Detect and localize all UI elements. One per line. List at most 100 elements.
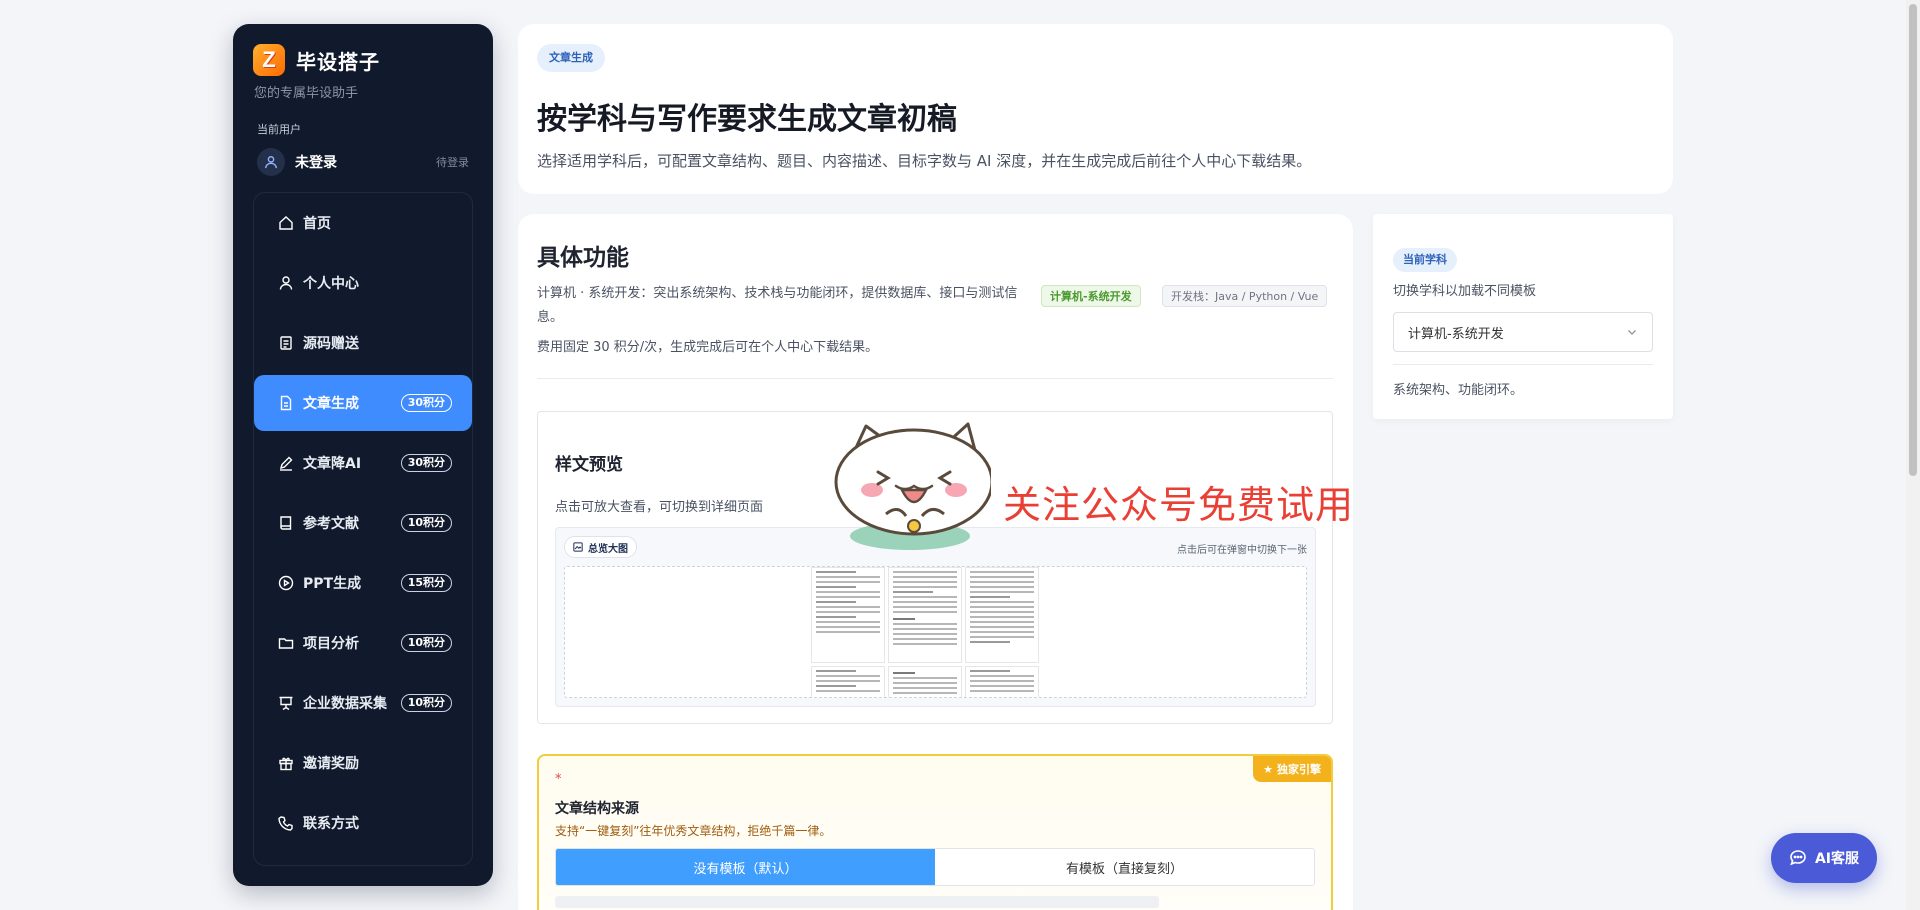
structure-title: 文章结构来源	[555, 801, 639, 817]
preview-title: 样文预览	[555, 455, 623, 475]
current-user-label: 当前用户	[257, 123, 301, 136]
image-icon	[573, 542, 583, 552]
brand-logo: Z	[253, 44, 285, 76]
points-badge: 10积分	[400, 514, 452, 532]
thumbnail-grid[interactable]	[564, 566, 1307, 698]
sidebar-item-references[interactable]: 参考文献 10积分	[254, 495, 472, 551]
feature-title: 具体功能	[537, 245, 629, 271]
gift-icon	[278, 755, 294, 771]
ai-service-label: AI客服	[1814, 851, 1860, 867]
brand-subtitle: 您的专属毕设助手	[254, 86, 359, 101]
page-title: 按学科与写作要求生成文章初稿	[537, 102, 957, 137]
subject-select[interactable]: 计算机-系统开发	[1393, 312, 1653, 352]
avatar	[257, 148, 285, 176]
subject-pill: 当前学科	[1393, 248, 1457, 272]
page-scrollbar[interactable]	[1906, 0, 1920, 910]
sidebar-item-project-analysis[interactable]: 项目分析 10积分	[254, 615, 472, 671]
structure-toggle: 没有模板（默认） 有模板（直接复刻）	[555, 848, 1315, 886]
sidebar-item-label: 个人中心	[303, 276, 359, 292]
structure-subtitle: 支持“一键复刻”往年优秀文章结构，拒绝千篇一律。	[555, 824, 832, 838]
user-row[interactable]: 未登录 待登录	[257, 148, 469, 176]
sidebar-item-enterprise-data[interactable]: 企业数据采集 10积分	[254, 675, 472, 731]
thumbnail-page[interactable]	[888, 567, 962, 663]
feature-card: 具体功能 计算机 · 系统开发：突出系统架构、技术栈与功能闭环，提供数据库、接口…	[518, 214, 1353, 910]
ribbon-label: 独家引擎	[1277, 763, 1321, 776]
subject-note: 系统架构、功能闭环。	[1393, 383, 1524, 398]
exclusive-engine-ribbon: ★ 独家引擎	[1253, 756, 1331, 782]
sidebar-item-article-generate[interactable]: 文章生成 30积分	[254, 375, 472, 431]
overview-button[interactable]: 总览大图	[564, 536, 637, 558]
sidebar-item-ppt[interactable]: PPT生成 15积分	[254, 555, 472, 611]
ai-service-button[interactable]: AI客服	[1771, 833, 1877, 883]
sidebar: Z 毕设搭子 您的专属毕设助手 当前用户 未登录 待登录 首页 个人中心 源码赠…	[233, 24, 493, 886]
sidebar-item-invite[interactable]: 邀请奖励	[254, 735, 472, 791]
sidebar-item-label: 参考文献	[303, 516, 359, 532]
sidebar-item-label: 文章生成	[303, 396, 359, 412]
subject-tip: 切换学科以加载不同模板	[1393, 284, 1537, 299]
sidebar-item-label: 首页	[303, 216, 331, 232]
brand-name: 毕设搭子	[296, 49, 380, 74]
section-pill: 文章生成	[537, 44, 605, 72]
feature-description: 计算机 · 系统开发：突出系统架构、技术栈与功能闭环，提供数据库、接口与测试信息…	[537, 286, 1018, 325]
code-doc-icon	[278, 335, 294, 351]
sidebar-item-label: 文章降AI	[303, 456, 362, 472]
chat-icon	[1790, 850, 1806, 866]
stack-tag: 开发栈：Java / Python / Vue	[1162, 285, 1328, 307]
folder-icon	[278, 635, 294, 651]
sidebar-item-label: PPT生成	[303, 576, 362, 592]
play-icon	[278, 575, 294, 591]
home-icon	[278, 215, 294, 231]
points-badge: 10积分	[400, 634, 452, 652]
required-mark: *	[555, 772, 562, 787]
header-card: 文章生成 按学科与写作要求生成文章初稿 选择适用学科后，可配置文章结构、题目、内…	[518, 24, 1673, 194]
user-icon	[278, 275, 294, 291]
chevron-down-icon	[1628, 330, 1636, 335]
points-badge: 30积分	[400, 394, 452, 412]
sidebar-item-home[interactable]: 首页	[254, 195, 472, 251]
phone-icon	[278, 815, 294, 831]
option-no-template[interactable]: 没有模板（默认）	[556, 849, 935, 885]
points-badge: 10积分	[400, 694, 452, 712]
sidebar-nav: 首页 个人中心 源码赠送 文章生成 30积分 文章降AI 30积分 参考文献 1…	[253, 192, 473, 866]
thumbnail-page[interactable]	[811, 567, 885, 663]
star-icon: ★	[1263, 762, 1273, 776]
user-name: 未登录	[295, 155, 337, 171]
pen-icon	[278, 455, 294, 471]
structure-placeholder-bar	[555, 896, 1159, 908]
overview-button-label: 总览大图	[588, 543, 628, 555]
sidebar-item-profile[interactable]: 个人中心	[254, 255, 472, 311]
points-badge: 30积分	[400, 454, 452, 472]
subject-tag: 计算机-系统开发	[1041, 285, 1141, 307]
sidebar-item-label: 源码赠送	[303, 336, 359, 352]
viewer-tip: 点击后可在弹窗中切换下一张	[1177, 545, 1307, 556]
option-with-template[interactable]: 有模板（直接复刻）	[935, 849, 1314, 885]
sidebar-item-label: 企业数据采集	[303, 696, 387, 712]
document-icon	[278, 395, 294, 411]
sidebar-item-label: 联系方式	[303, 816, 359, 832]
page-description: 选择适用学科后，可配置文章结构、题目、内容描述、目标字数与 AI 深度，并在生成…	[537, 152, 1312, 170]
sidebar-item-source-gift[interactable]: 源码赠送	[254, 315, 472, 371]
structure-source: ★ 独家引擎 * 文章结构来源 支持“一键复刻”往年优秀文章结构，拒绝千篇一律。…	[537, 754, 1333, 910]
brand[interactable]: Z 毕设搭子	[253, 44, 380, 76]
presentation-icon	[278, 695, 294, 711]
sidebar-item-contact[interactable]: 联系方式	[254, 795, 472, 851]
divider	[1393, 364, 1653, 365]
points-badge: 15积分	[400, 574, 452, 592]
subject-selected: 计算机-系统开发	[1408, 326, 1504, 342]
thumbnail-page[interactable]	[965, 666, 1039, 697]
promo-text: 关注公众号免费试用	[1003, 483, 1355, 527]
subject-card: 当前学科 切换学科以加载不同模板 计算机-系统开发 系统架构、功能闭环。	[1373, 214, 1673, 419]
thumbnail-page[interactable]	[965, 567, 1039, 663]
book-icon	[278, 515, 294, 531]
fee-note: 费用固定 30 积分/次，生成完成后可在个人中心下载结果。	[537, 340, 879, 355]
sidebar-item-label: 邀请奖励	[303, 756, 359, 772]
scrollbar-thumb[interactable]	[1909, 4, 1917, 476]
divider	[537, 378, 1333, 379]
sidebar-item-reduce-ai[interactable]: 文章降AI 30积分	[254, 435, 472, 491]
thumbnail-page[interactable]	[888, 666, 962, 697]
sidebar-item-label: 项目分析	[303, 636, 359, 652]
thumbnail-page[interactable]	[811, 666, 885, 697]
user-status: 待登录	[436, 156, 469, 169]
preview-hint: 点击可放大查看，可切换到详细页面	[555, 500, 764, 515]
cat-mascot-image[interactable]	[826, 414, 991, 554]
